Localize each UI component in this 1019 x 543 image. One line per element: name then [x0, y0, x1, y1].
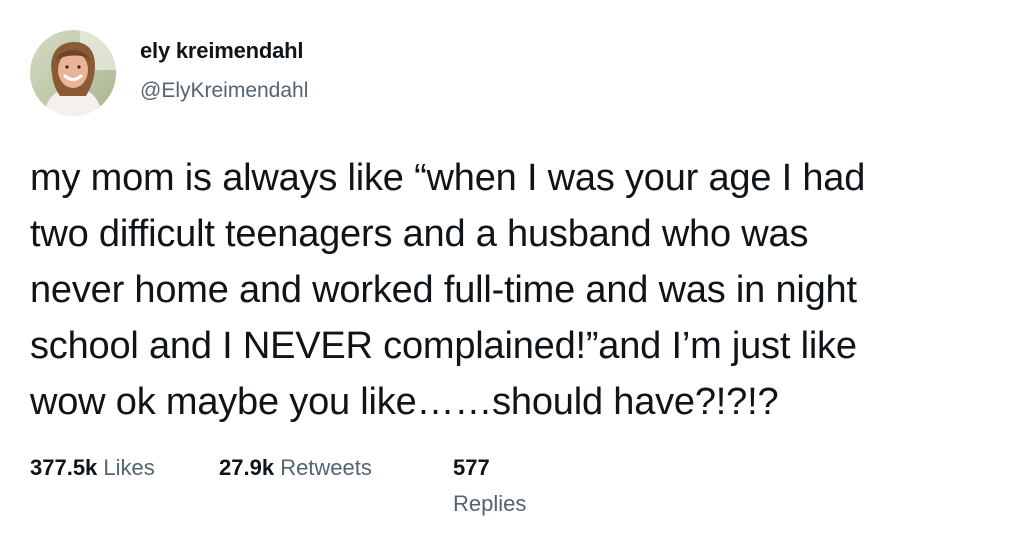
tweet-text: my mom is always like “when I was your a…: [30, 150, 990, 430]
retweets-label: Retweets: [280, 455, 372, 480]
likes-count: 377.5k: [30, 455, 98, 480]
author-handle[interactable]: @ElyKreimendahl: [140, 79, 308, 103]
retweets-count: 27.9k: [219, 455, 275, 480]
tweet-line: two difficult teenagers and a husband wh…: [30, 213, 809, 255]
likes-label: Likes: [103, 455, 155, 480]
tweet-line: never home and worked full-time and was …: [30, 269, 857, 311]
replies-label[interactable]: Replies: [453, 490, 526, 518]
profile-photo-icon: [30, 30, 116, 116]
tweet-line: school and I NEVER complained!”and I’m j…: [30, 325, 857, 367]
author-display-name[interactable]: ely kreimendahl: [140, 38, 304, 64]
tweet-line: my mom is always like “when I was your a…: [30, 157, 866, 199]
likes-stat[interactable]: 377.5k Likes: [30, 454, 155, 482]
avatar[interactable]: [30, 30, 116, 116]
tweet-line: wow ok maybe you like……should have?!?!?: [30, 381, 779, 423]
retweets-stat[interactable]: 27.9k Retweets: [219, 454, 372, 482]
replies-count[interactable]: 577: [453, 454, 490, 482]
